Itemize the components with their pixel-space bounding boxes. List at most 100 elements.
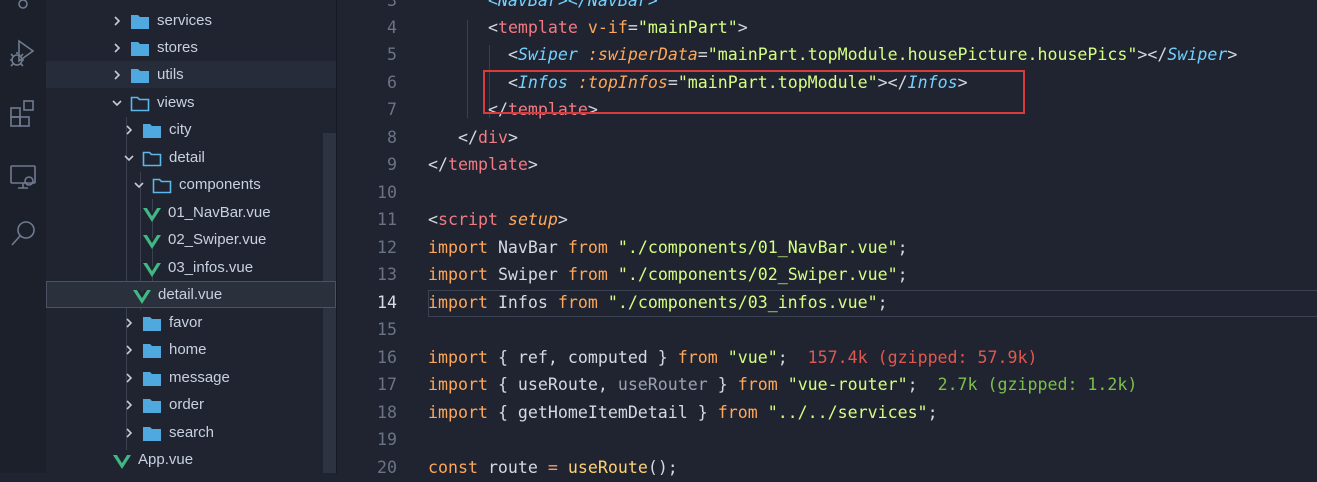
run-debug-icon[interactable] [0, 38, 46, 68]
tree-folder-item[interactable]: home [46, 336, 336, 363]
code-line[interactable]: 10 [337, 179, 1317, 207]
tree-folder-item[interactable]: message [46, 364, 336, 391]
code-token: from [567, 265, 608, 284]
code-token: } [707, 375, 738, 394]
code-line[interactable]: 12 import NavBar from "./components/01_Na… [337, 234, 1317, 262]
code-token: template [497, 18, 578, 37]
code-line[interactable]: 11 <script setup> [337, 206, 1317, 234]
code-text: <template v-if="mainPart"> [428, 14, 748, 42]
code-token: import [428, 403, 488, 422]
tree-file-item[interactable]: 02_Swiper.vue [46, 226, 336, 253]
chevron-down-icon[interactable] [122, 144, 136, 171]
tree-folder-item[interactable]: city [46, 116, 336, 143]
tree-folder-item[interactable]: order [46, 391, 336, 418]
code-line[interactable]: 15 [337, 316, 1317, 344]
search-icon[interactable] [0, 218, 46, 250]
code-token: "mainPart" [637, 18, 738, 37]
code-line[interactable]: 18 import { getHomeItemDetail } from "../… [337, 399, 1317, 427]
folder-icon [130, 66, 150, 83]
folder-open-icon [152, 176, 172, 194]
tree-folder-item[interactable]: services [46, 7, 336, 34]
extensions-icon[interactable] [0, 98, 46, 130]
code-token: > [1227, 45, 1238, 64]
remote-explorer-icon[interactable] [0, 162, 46, 192]
code-token: Infos [487, 293, 558, 312]
vue-file-icon [132, 287, 152, 304]
code-line[interactable]: 19 [337, 426, 1317, 454]
code-token: from [717, 403, 758, 422]
code-token: < [487, 18, 498, 37]
tree-folder-item[interactable]: utils [46, 61, 336, 88]
chevron-right-icon[interactable] [110, 7, 124, 34]
code-token: "vue" [727, 348, 778, 367]
source-control-icon[interactable] [0, 0, 46, 14]
code-token: 157.4k (gzipped: 57.9k) [787, 348, 1038, 367]
tree-file-item[interactable]: detail.vue [46, 281, 336, 308]
tree-folder-item[interactable]: components [46, 171, 336, 198]
code-token: ; [907, 375, 918, 394]
vue-file-icon [142, 232, 162, 249]
tree-item-label: search [169, 424, 215, 441]
code-line[interactable]: 20 const route = useRoute(); [337, 454, 1317, 482]
code-text: </template> [428, 151, 538, 179]
code-token: ; [877, 293, 888, 312]
code-token: const [428, 458, 478, 477]
line-number: 3 [387, 0, 397, 10]
tree-item-label: message [169, 369, 230, 386]
tree-folder-item[interactable]: views [46, 89, 336, 116]
code-token: = [627, 18, 638, 37]
tree-item-label: stores [157, 39, 198, 56]
line-number: 20 [377, 458, 397, 477]
tree-file-item[interactable]: 03_infos.vue [46, 254, 336, 281]
tree-folder-item[interactable]: detail [46, 144, 336, 171]
chevron-right-icon[interactable] [122, 364, 136, 391]
line-number: 8 [387, 128, 397, 147]
code-token: "vue-router" [787, 375, 908, 394]
code-line[interactable]: 13 import Swiper from "./components/02_Sw… [337, 261, 1317, 289]
chevron-right-icon[interactable] [110, 61, 124, 88]
line-number: 15 [377, 320, 397, 339]
tree-folder-item[interactable]: favor [46, 309, 336, 336]
code-line[interactable]: 17 import { useRoute, useRouter } from "v… [337, 371, 1317, 399]
chevron-down-icon[interactable] [132, 171, 146, 198]
tree-item-label: city [169, 121, 192, 138]
code-token: > [737, 18, 748, 37]
chevron-right-icon[interactable] [122, 419, 136, 446]
chevron-right-icon[interactable] [122, 391, 136, 418]
code-token: script [438, 210, 498, 229]
chevron-right-icon[interactable] [122, 336, 136, 363]
code-line[interactable]: 9 </template> [337, 151, 1317, 179]
code-token: from [737, 375, 778, 394]
tree-file-item[interactable]: 01_NavBar.vue [46, 199, 336, 226]
tree-folder-item[interactable]: stores [46, 34, 336, 61]
code-token: useRouter [617, 375, 708, 394]
code-text: </div> [428, 124, 518, 152]
code-editor[interactable]: 3 <NavBar></NavBar> 4 <template v-if="mai… [337, 0, 1317, 477]
code-line[interactable]: 3 <NavBar></NavBar> [337, 0, 1317, 15]
tree-folder-item[interactable]: search [46, 419, 336, 446]
tree-file-item[interactable]: App.vue [46, 446, 336, 473]
code-token: ; [897, 265, 908, 284]
code-line[interactable]: 14 import Infos from "./components/03_inf… [337, 289, 1317, 317]
code-token: = [547, 458, 558, 477]
chevron-right-icon[interactable] [122, 309, 136, 336]
folder-icon [142, 424, 162, 441]
code-token: > [527, 155, 538, 174]
code-text: import NavBar from "./components/01_NavB… [428, 234, 908, 262]
code-token: v-if [587, 18, 628, 37]
code-line[interactable]: 4 <template v-if="mainPart"> [337, 14, 1317, 42]
chevron-down-icon[interactable] [110, 89, 124, 116]
code-line[interactable]: 8 </div> [337, 124, 1317, 152]
line-number: 17 [377, 375, 397, 394]
chevron-right-icon[interactable] [110, 34, 124, 61]
code-line[interactable]: 16 import { ref, computed } from "vue"; 1… [337, 344, 1317, 372]
line-number: 7 [387, 100, 397, 119]
code-token: ; [927, 403, 938, 422]
code-token: < [428, 210, 438, 229]
code-line[interactable]: 5 <Swiper :swiperData="mainPart.topModul… [337, 41, 1317, 69]
folder-icon [142, 396, 162, 413]
code-token: import [428, 293, 488, 312]
chevron-right-icon[interactable] [122, 116, 136, 143]
